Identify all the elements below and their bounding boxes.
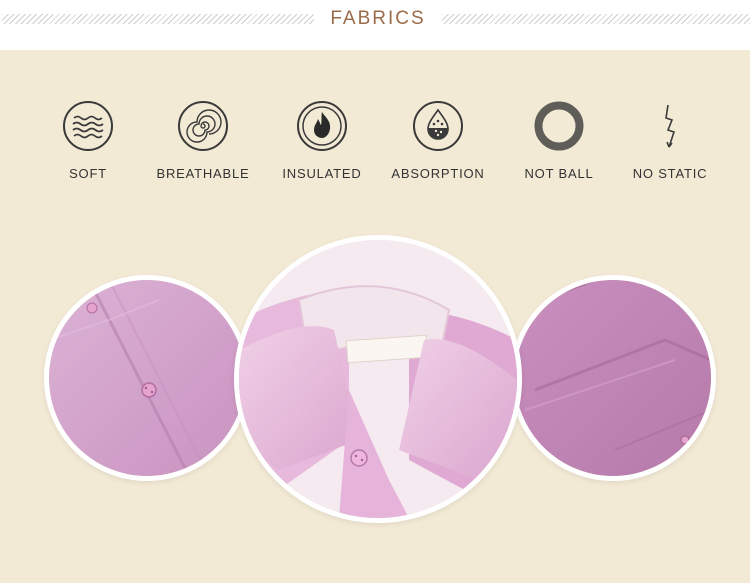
placket-photo bbox=[49, 280, 245, 476]
feature-label: INSULATED bbox=[282, 166, 362, 181]
feature-not-ball: NOT BALL bbox=[499, 100, 619, 181]
feature-label: SOFT bbox=[69, 166, 107, 181]
feature-soft: SOFT bbox=[28, 100, 148, 181]
fabric-detail-placket bbox=[44, 275, 250, 481]
spiral-icon bbox=[178, 101, 228, 151]
feature-insulated: INSULATED bbox=[262, 100, 382, 181]
feature-label: NOT BALL bbox=[524, 166, 594, 181]
fabric-detail-collar bbox=[234, 235, 522, 523]
feature-label: BREATHABLE bbox=[156, 166, 250, 181]
header-hatch-right bbox=[442, 14, 750, 24]
flame-icon bbox=[297, 101, 347, 151]
lightning-icon bbox=[665, 104, 676, 148]
cuff-photo bbox=[515, 280, 711, 476]
feature-absorption: ABSORPTION bbox=[378, 100, 498, 181]
feature-label: NO STATIC bbox=[632, 166, 708, 181]
collar-photo bbox=[239, 240, 517, 518]
section-title: FABRICS bbox=[330, 8, 426, 29]
wavy-lines-icon bbox=[63, 101, 113, 151]
section-header: FABRICS bbox=[0, 0, 750, 50]
water-drop-icon bbox=[413, 101, 463, 151]
fabric-detail-cuff bbox=[510, 275, 716, 481]
ring-icon bbox=[534, 101, 584, 151]
header-hatch-left bbox=[2, 14, 314, 24]
product-fabrics-page: FABRICS SOFT BREATHABLE INSULATED ABSORP… bbox=[0, 0, 750, 583]
feature-breathable: BREATHABLE bbox=[143, 100, 263, 181]
feature-label: ABSORPTION bbox=[391, 166, 485, 181]
feature-no-static: NO STATIC bbox=[610, 100, 730, 181]
